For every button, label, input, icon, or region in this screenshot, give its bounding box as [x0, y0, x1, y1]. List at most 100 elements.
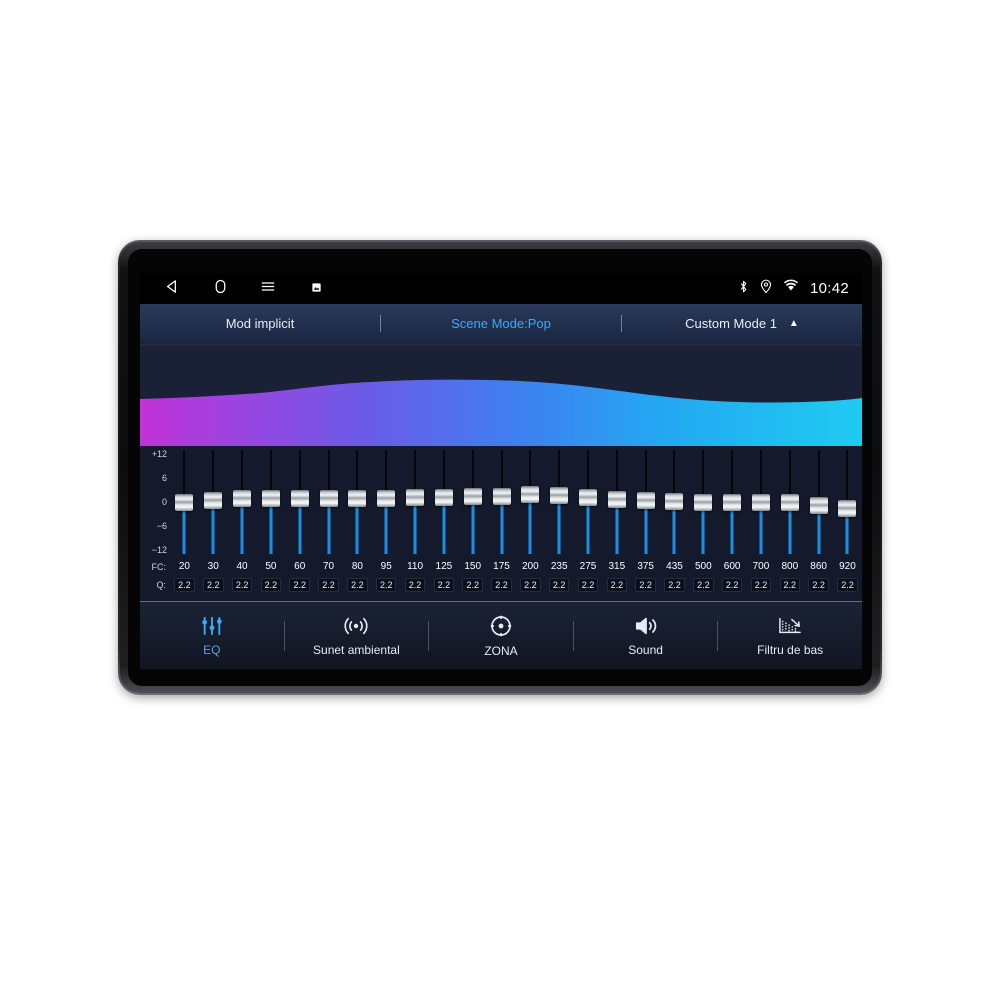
q-value-cell[interactable]: 2.2 [228, 577, 257, 592]
eq-band-slider[interactable] [314, 446, 343, 558]
eq-band-slider[interactable] [170, 446, 199, 558]
slider-thumb[interactable] [434, 489, 453, 506]
slider-thumb[interactable] [694, 494, 713, 511]
fc-value: 435 [666, 561, 683, 572]
slider-thumb[interactable] [809, 497, 828, 515]
eq-band-slider[interactable] [602, 446, 631, 558]
q-value-cell[interactable]: 2.2 [401, 577, 430, 592]
q-value-cell[interactable]: 2.2 [660, 577, 689, 592]
eq-band-slider[interactable] [631, 446, 660, 558]
slider-thumb[interactable] [636, 492, 655, 510]
system-status-icons: 10:42 [738, 279, 862, 299]
q-value-cell[interactable]: 2.2 [314, 577, 343, 592]
slider-thumb[interactable] [463, 488, 482, 506]
slider-thumb[interactable] [723, 494, 742, 511]
eq-band-slider[interactable] [516, 446, 545, 558]
q-value-cell[interactable]: 2.2 [170, 577, 199, 592]
slider-thumb[interactable] [348, 489, 367, 507]
fc-value: 95 [380, 561, 392, 572]
q-value-cell[interactable]: 2.2 [256, 577, 285, 592]
q-value-cell[interactable]: 2.2 [516, 577, 545, 592]
q-value-cell[interactable]: 2.2 [689, 577, 718, 592]
bass-filter-icon [777, 615, 803, 637]
q-value-cell[interactable]: 2.2 [429, 577, 458, 592]
chevron-up-icon[interactable]: ▲ [789, 318, 799, 329]
eq-band-slider[interactable] [689, 446, 718, 558]
q-value-cell[interactable]: 2.2 [458, 577, 487, 592]
slider-thumb[interactable] [751, 494, 770, 511]
slider-thumb[interactable] [233, 489, 252, 507]
eq-band-slider[interactable] [718, 446, 747, 558]
eq-band-slider[interactable] [429, 446, 458, 558]
eq-band-slider[interactable] [401, 446, 430, 558]
eq-band-slider[interactable] [228, 446, 257, 558]
bottom-nav-item-sound[interactable]: Sound [574, 602, 718, 669]
slider-thumb[interactable] [665, 493, 684, 511]
q-value-cell[interactable]: 2.2 [343, 577, 372, 592]
fc-value: 175 [493, 561, 510, 572]
eq-band-slider[interactable] [574, 446, 603, 558]
slider-thumb[interactable] [607, 490, 626, 508]
bottom-nav-item-sunet-ambiental[interactable]: Sunet ambiental [285, 602, 429, 669]
eq-band-slider[interactable] [487, 446, 516, 558]
slider-thumb[interactable] [261, 489, 280, 507]
slider-track-lower [327, 505, 331, 554]
q-value-cell[interactable]: 2.2 [602, 577, 631, 592]
q-value-cell[interactable]: 2.2 [545, 577, 574, 592]
slider-track-upper [298, 450, 301, 494]
eq-band-slider[interactable] [372, 446, 401, 558]
q-value-cell[interactable]: 2.2 [574, 577, 603, 592]
q-value-cell[interactable]: 2.2 [199, 577, 228, 592]
eq-band-slider[interactable] [833, 446, 862, 558]
eq-band-slider[interactable] [545, 446, 574, 558]
slider-thumb[interactable] [579, 489, 597, 506]
slider-thumb[interactable] [377, 489, 396, 507]
eq-band-slider[interactable] [747, 446, 776, 558]
screenshot-icon [311, 280, 322, 298]
slider-thumb[interactable] [406, 489, 425, 506]
nav-menu-button[interactable] [244, 273, 292, 304]
nav-home-button[interactable] [196, 273, 244, 304]
q-value-cell[interactable]: 2.2 [718, 577, 747, 592]
q-value-cell[interactable]: 2.2 [747, 577, 776, 592]
eq-band-slider[interactable] [458, 446, 487, 558]
q-value: 2.2 [750, 577, 772, 592]
mode-default-label: Mod implicit [225, 316, 295, 331]
q-value: 2.2 [174, 577, 195, 592]
eq-band-slider[interactable] [660, 446, 689, 558]
q-value: 2.2 [260, 577, 282, 592]
slider-thumb[interactable] [319, 489, 338, 507]
mode-scene-mode[interactable]: Scene Mode:Pop [381, 304, 621, 343]
eq-band-slider[interactable] [199, 446, 228, 558]
mode-custom-mode[interactable]: Custom Mode 1 ▲ [622, 304, 862, 343]
slider-thumb[interactable] [521, 485, 540, 503]
q-value-cell[interactable]: 2.2 [775, 577, 804, 592]
q-value-cell[interactable]: 2.2 [804, 577, 833, 592]
slider-thumb[interactable] [550, 487, 569, 505]
q-value-cell[interactable]: 2.2 [631, 577, 660, 592]
mode-default-mode[interactable]: Mod implicit [140, 304, 380, 343]
slider-thumb[interactable] [492, 488, 511, 506]
slider-thumb[interactable] [204, 491, 223, 509]
slider-track-lower [355, 505, 359, 554]
eq-band-slider[interactable] [285, 446, 314, 558]
q-value-cell[interactable]: 2.2 [285, 577, 314, 592]
eq-band-slider[interactable] [343, 446, 372, 558]
slider-track-upper [731, 450, 734, 498]
slider-thumb[interactable] [290, 489, 309, 507]
slider-thumb[interactable] [780, 494, 799, 511]
bottom-nav-item-zona[interactable]: ZONA [429, 602, 573, 669]
eq-band-slider[interactable] [256, 446, 285, 558]
bottom-nav-item-filtru-de-bas[interactable]: Filtru de bas [718, 602, 862, 669]
bottom-nav-item-eq[interactable]: EQ [140, 602, 284, 669]
eq-band-slider[interactable] [804, 446, 833, 558]
slider-thumb[interactable] [175, 494, 194, 511]
nav-screenshot-button[interactable] [292, 273, 340, 304]
equalizer-icon [199, 615, 225, 637]
q-value-cell[interactable]: 2.2 [372, 577, 401, 592]
slider-thumb[interactable] [838, 499, 857, 517]
nav-back-button[interactable] [148, 273, 196, 304]
q-value-cell[interactable]: 2.2 [487, 577, 516, 592]
eq-band-slider[interactable] [775, 446, 804, 558]
q-value-cell[interactable]: 2.2 [833, 577, 862, 592]
